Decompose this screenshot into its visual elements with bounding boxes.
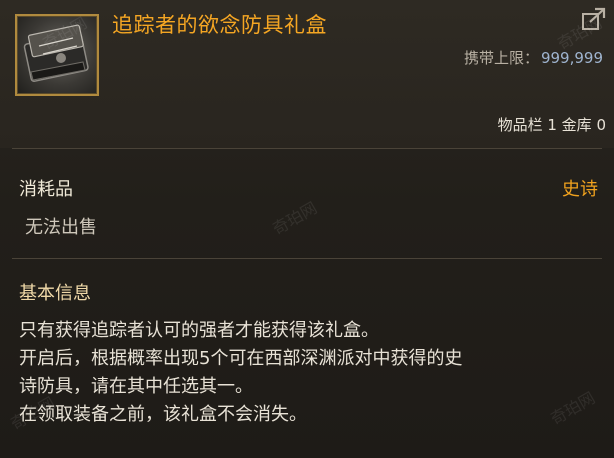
item-name: 追踪者的欲念防具礼盒	[112, 13, 327, 37]
inventory-info: 物品栏 1 金库 0	[497, 116, 606, 134]
description-line: 在领取装备之前，该礼盒不会消失。	[19, 404, 307, 425]
sell-status: 无法出售	[25, 217, 97, 238]
watermark: 奇珀网	[269, 198, 321, 239]
item-category: 消耗品	[19, 179, 73, 200]
description-line: 只有获得追踪者认可的强者才能获得该礼盒。	[19, 320, 379, 341]
tooltip-header: 追踪者的欲念防具礼盒 携带上限： 999,999 物品栏 1 金库 0	[0, 0, 614, 148]
divider	[12, 258, 602, 259]
basic-info-title: 基本信息	[19, 283, 91, 304]
item-tooltip: 追踪者的欲念防具礼盒 携带上限： 999,999 物品栏 1 金库 0 消耗品 史…	[0, 0, 614, 458]
carry-limit: 携带上限： 999,999	[464, 47, 603, 68]
item-rarity: 史诗	[562, 179, 598, 200]
divider	[12, 148, 602, 149]
description-line: 开启后，根据概率出现5个可在西部深渊派对中获得的史	[19, 348, 463, 369]
item-description: 只有获得追踪者认可的强者才能获得该礼盒。 开启后，根据概率出现5个可在西部深渊派…	[19, 317, 605, 429]
carry-limit-label: 携带上限：	[463, 49, 539, 67]
description-line: 诗防具，请在其中任选其一。	[19, 376, 253, 397]
carry-limit-value: 999,999	[540, 49, 603, 67]
